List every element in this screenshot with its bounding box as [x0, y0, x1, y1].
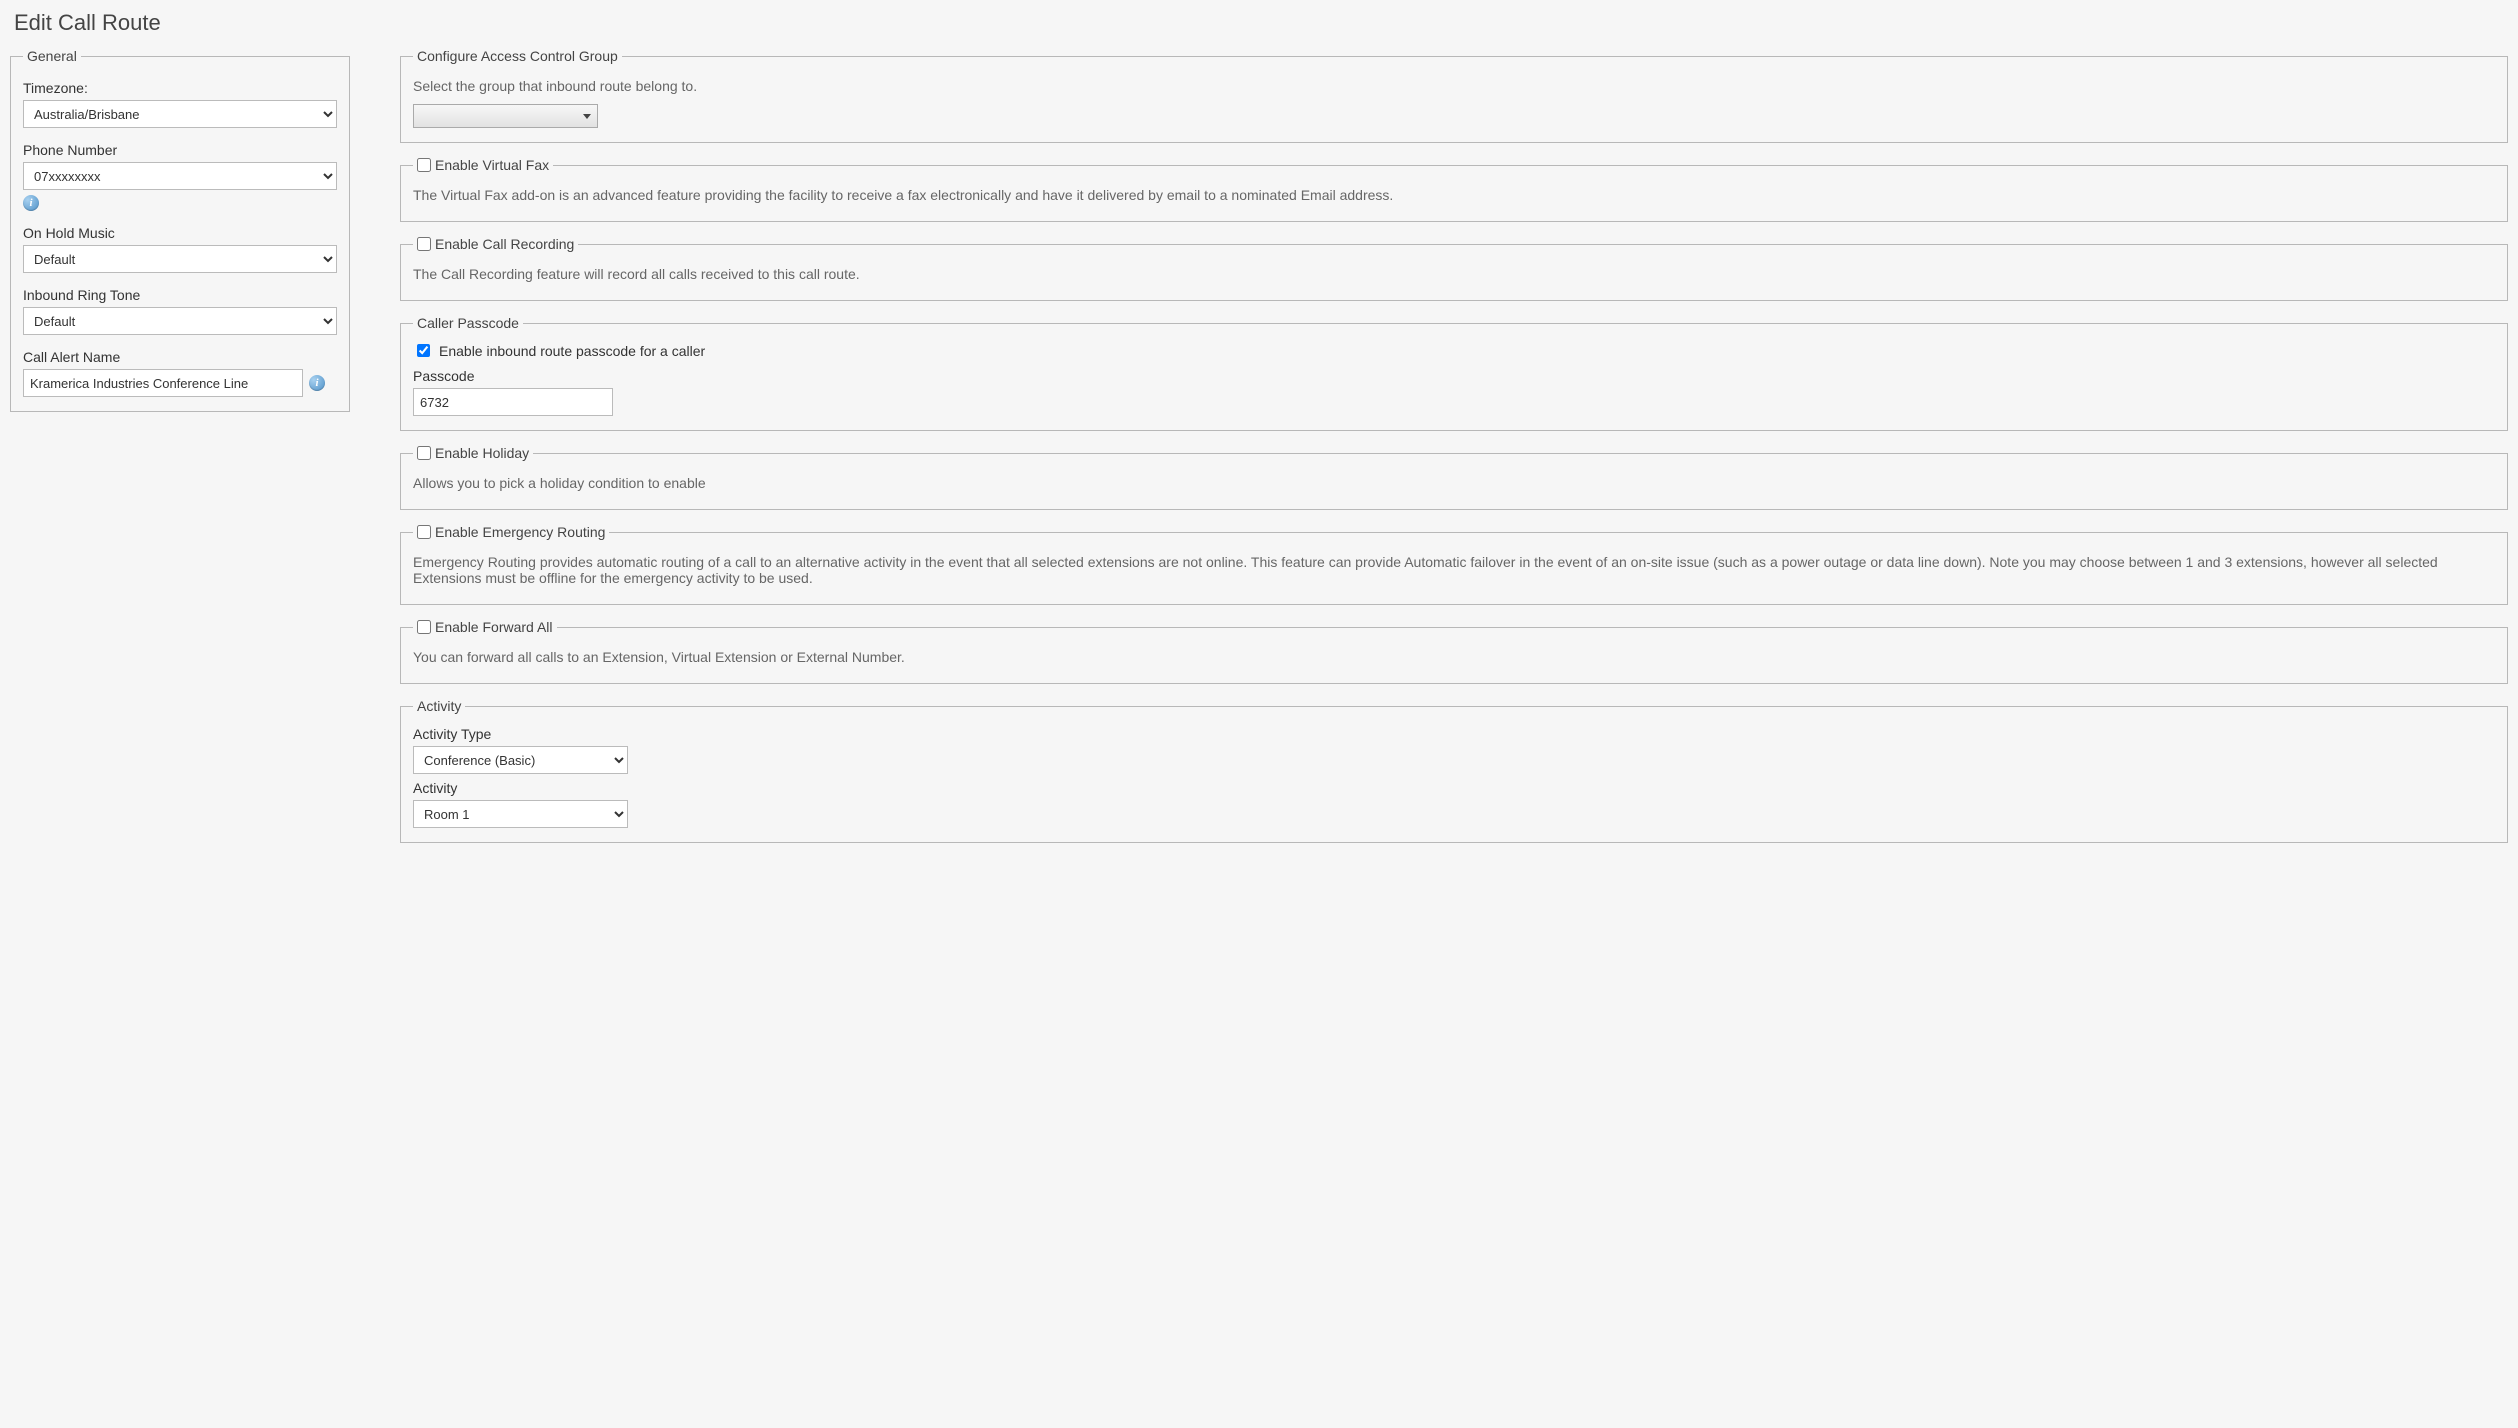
- holiday-fieldset: Enable Holiday Allows you to pick a holi…: [400, 445, 2508, 510]
- activity-label: Activity: [413, 780, 2495, 796]
- emergency-routing-desc: Emergency Routing provides automatic rou…: [413, 554, 2495, 586]
- passcode-input[interactable]: [413, 388, 613, 416]
- general-fieldset: General Timezone: Australia/Brisbane Pho…: [10, 48, 350, 412]
- info-icon[interactable]: i: [309, 375, 325, 391]
- enable-passcode-checkbox[interactable]: [417, 344, 430, 357]
- emergency-routing-legend: Enable Emergency Routing: [413, 524, 609, 540]
- call-recording-desc: The Call Recording feature will record a…: [413, 266, 2495, 282]
- call-recording-legend: Enable Call Recording: [413, 236, 578, 252]
- forward-all-fieldset: Enable Forward All You can forward all c…: [400, 619, 2508, 684]
- virtual-fax-desc: The Virtual Fax add-on is an advanced fe…: [413, 187, 2495, 203]
- virtual-fax-legend-text: Enable Virtual Fax: [435, 157, 549, 173]
- activity-fieldset: Activity Activity Type Conference (Basic…: [400, 698, 2508, 843]
- general-legend: General: [23, 48, 81, 64]
- caller-passcode-fieldset: Caller Passcode Enable inbound route pas…: [400, 315, 2508, 431]
- chevron-down-icon: [583, 114, 591, 119]
- emergency-routing-fieldset: Enable Emergency Routing Emergency Routi…: [400, 524, 2508, 605]
- ring-tone-select[interactable]: Default: [23, 307, 337, 335]
- forward-all-checkbox[interactable]: [417, 620, 431, 634]
- phone-number-label: Phone Number: [23, 142, 337, 158]
- acg-select[interactable]: [413, 104, 598, 128]
- activity-type-label: Activity Type: [413, 726, 2495, 742]
- virtual-fax-fieldset: Enable Virtual Fax The Virtual Fax add-o…: [400, 157, 2508, 222]
- call-recording-checkbox[interactable]: [417, 237, 431, 251]
- phone-number-select[interactable]: 07xxxxxxxx: [23, 162, 337, 190]
- hold-music-select[interactable]: Default: [23, 245, 337, 273]
- caller-passcode-legend: Caller Passcode: [413, 315, 523, 331]
- activity-type-select[interactable]: Conference (Basic): [413, 746, 628, 774]
- enable-passcode-label: Enable inbound route passcode for a call…: [439, 343, 705, 359]
- info-icon[interactable]: i: [23, 195, 39, 211]
- call-recording-legend-text: Enable Call Recording: [435, 236, 574, 252]
- forward-all-legend: Enable Forward All: [413, 619, 557, 635]
- forward-all-desc: You can forward all calls to an Extensio…: [413, 649, 2495, 665]
- holiday-desc: Allows you to pick a holiday condition t…: [413, 475, 2495, 491]
- page-title: Edit Call Route: [14, 10, 2508, 36]
- holiday-legend-text: Enable Holiday: [435, 445, 529, 461]
- acg-legend: Configure Access Control Group: [413, 48, 622, 64]
- activity-legend: Activity: [413, 698, 465, 714]
- ring-tone-label: Inbound Ring Tone: [23, 287, 337, 303]
- activity-select[interactable]: Room 1: [413, 800, 628, 828]
- acg-fieldset: Configure Access Control Group Select th…: [400, 48, 2508, 143]
- call-alert-name-input[interactable]: [23, 369, 303, 397]
- timezone-label: Timezone:: [23, 80, 337, 96]
- emergency-routing-legend-text: Enable Emergency Routing: [435, 524, 605, 540]
- virtual-fax-checkbox[interactable]: [417, 158, 431, 172]
- holiday-checkbox[interactable]: [417, 446, 431, 460]
- holiday-legend: Enable Holiday: [413, 445, 533, 461]
- acg-desc: Select the group that inbound route belo…: [413, 78, 2495, 94]
- emergency-routing-checkbox[interactable]: [417, 525, 431, 539]
- virtual-fax-legend: Enable Virtual Fax: [413, 157, 553, 173]
- call-alert-name-label: Call Alert Name: [23, 349, 337, 365]
- hold-music-label: On Hold Music: [23, 225, 337, 241]
- timezone-select[interactable]: Australia/Brisbane: [23, 100, 337, 128]
- call-recording-fieldset: Enable Call Recording The Call Recording…: [400, 236, 2508, 301]
- passcode-label: Passcode: [413, 368, 2495, 384]
- forward-all-legend-text: Enable Forward All: [435, 619, 553, 635]
